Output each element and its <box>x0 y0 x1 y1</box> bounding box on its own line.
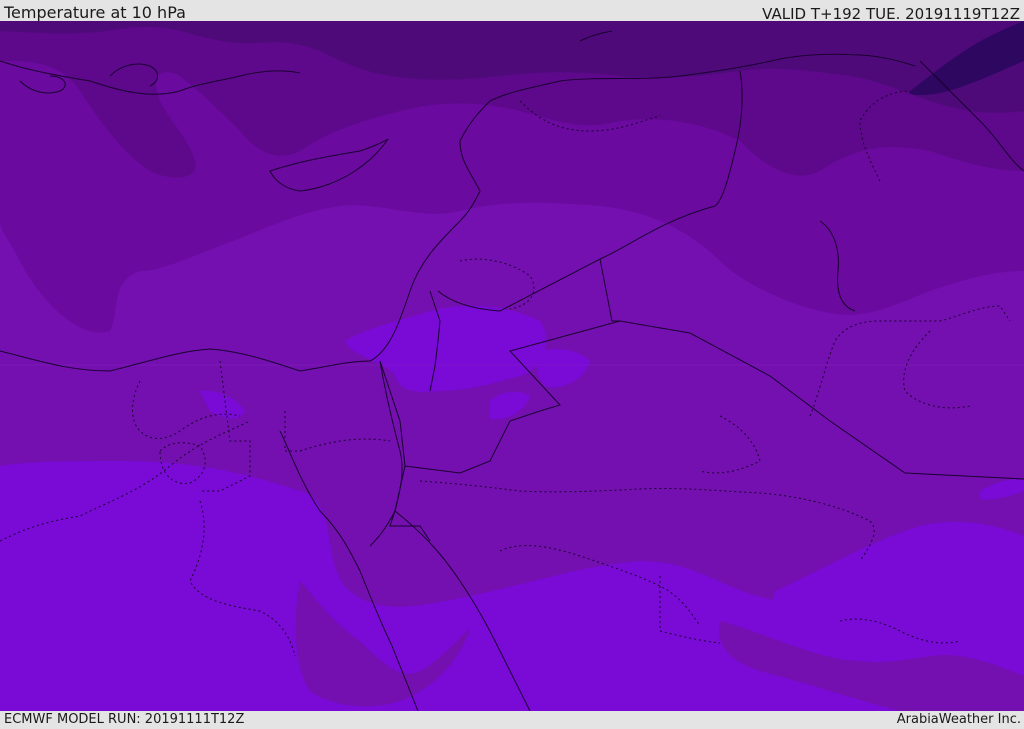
temperature-map <box>0 21 1024 711</box>
credit: ArabiaWeather Inc. <box>896 712 1021 727</box>
model-run: ECMWF MODEL RUN: 20191111T12Z <box>4 712 245 727</box>
map-title: Temperature at 10 hPa <box>4 3 186 22</box>
